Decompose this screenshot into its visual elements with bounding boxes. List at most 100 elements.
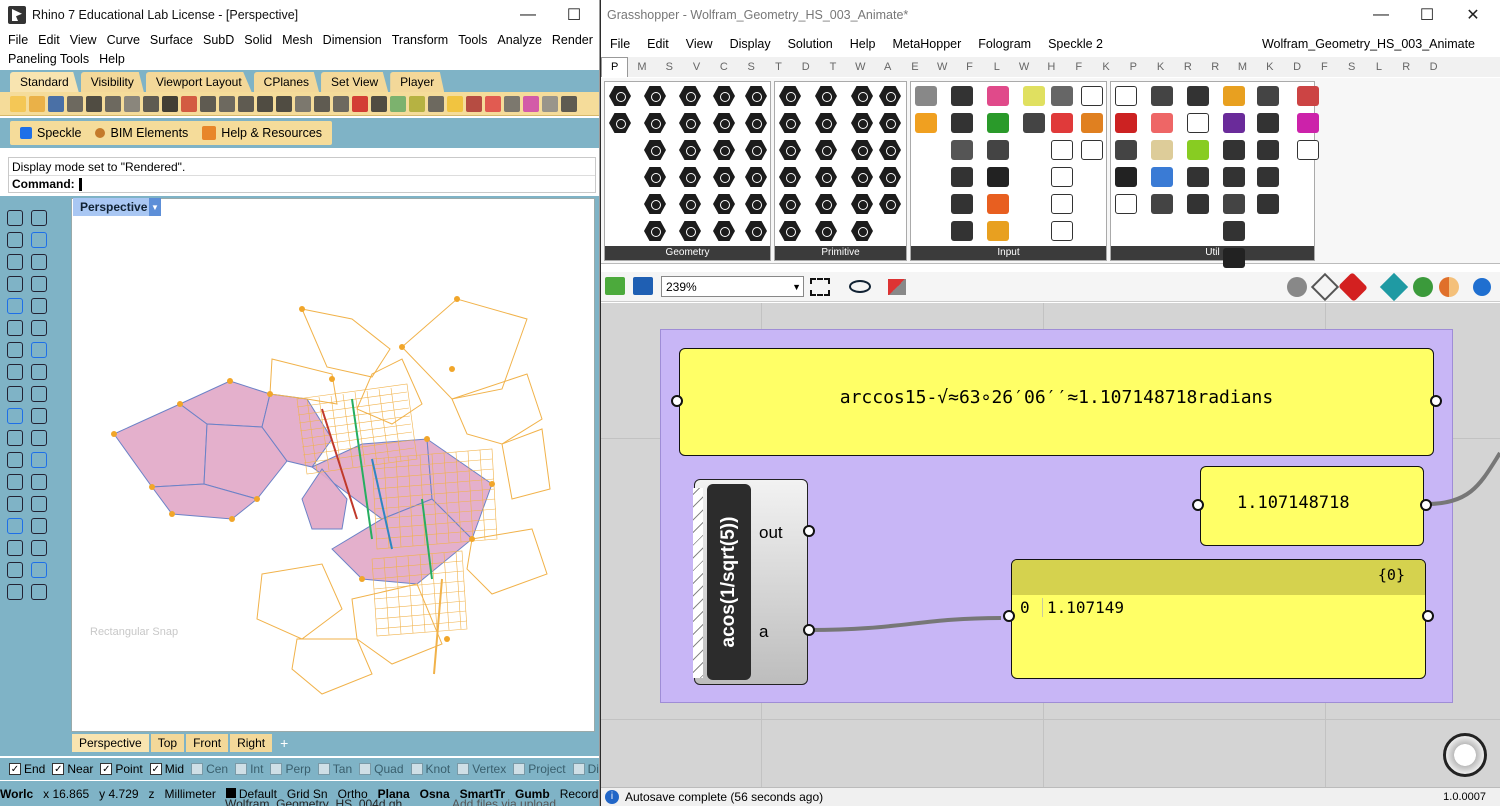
component-icon[interactable] [644,194,666,214]
menu-paneling-tools[interactable]: Paneling Tools [8,52,89,66]
output-grip[interactable] [1422,610,1434,622]
checkbox-icon[interactable] [572,763,585,775]
speckle-button[interactable]: Speckle [20,126,81,140]
component-icon[interactable] [879,167,901,187]
component-icon[interactable] [679,194,701,214]
component-icon[interactable] [987,113,1009,133]
mesh-icon[interactable] [7,408,23,424]
boolean-icon[interactable] [31,408,47,424]
component-icon[interactable] [1081,140,1103,160]
component-icon[interactable] [815,86,837,106]
extend-icon[interactable] [31,320,47,336]
menu-surface[interactable]: Surface [150,33,193,47]
maximize-icon[interactable]: ☐ [551,0,597,30]
component-icon[interactable] [951,167,973,187]
osnap-project[interactable]: Project [513,762,566,776]
gh-menu-file[interactable]: File [610,37,630,51]
osnap-knot[interactable]: Knot [410,762,450,776]
component-icon[interactable] [815,221,837,241]
tab-standard[interactable]: Standard [10,72,79,92]
component-icon[interactable] [713,221,735,241]
canvas-navigator-icon[interactable] [1443,733,1487,777]
component-icon[interactable] [1023,86,1045,106]
explode-icon[interactable] [7,452,23,468]
component-icon[interactable] [1187,113,1209,133]
checkbox-icon[interactable] [513,763,526,775]
gh-category-tab[interactable]: F [1065,61,1092,73]
component-icon[interactable] [1115,140,1137,160]
osnap-end[interactable]: ✓ End [9,762,45,776]
perspective-viewport[interactable]: Rectangular Snap [71,198,595,732]
component-icon[interactable] [1223,248,1245,268]
component-icon[interactable] [1297,86,1319,106]
add-viewport-tab-icon[interactable]: + [280,735,288,751]
component-icon[interactable] [1151,140,1173,160]
menu-view[interactable]: View [70,33,97,47]
gh-category-tab[interactable]: C [710,61,737,73]
tab-player[interactable]: Player [390,72,445,92]
record-history-toggle[interactable]: Record [560,787,599,801]
component-icon[interactable] [713,86,735,106]
component-icon[interactable] [779,167,801,187]
component-icon[interactable] [987,86,1009,106]
input-grip[interactable] [1192,499,1204,511]
surface-icon[interactable] [7,386,23,402]
fillet-icon[interactable] [31,298,47,314]
checkbox-checked-icon[interactable]: ✓ [52,763,65,775]
input-grip[interactable] [671,395,683,407]
arc-icon[interactable] [31,254,47,270]
component-icon[interactable] [951,194,973,214]
component-icon[interactable] [1081,113,1103,133]
gh-category-tab[interactable]: F [1311,61,1338,73]
checkbox-icon[interactable] [317,763,330,775]
gh-menu-metahopper[interactable]: MetaHopper [892,37,961,51]
component-icon[interactable] [679,86,701,106]
component-icon[interactable] [1051,86,1073,106]
sphere-icon[interactable] [31,342,47,358]
maximize-icon[interactable]: ☐ [1404,0,1450,30]
menu-solid[interactable]: Solid [244,33,272,47]
checkbox-icon[interactable] [410,763,423,775]
rebuild-icon[interactable] [31,474,47,490]
gh-category-tab[interactable]: W [1010,61,1037,73]
value-panel[interactable]: 1.107148718 [1192,466,1432,546]
checkbox-icon[interactable] [270,763,283,775]
analyze-icon[interactable] [31,540,47,556]
zoom-select[interactable]: 239% ▼ [661,276,804,297]
component-icon[interactable] [745,167,767,187]
component-icon[interactable] [779,194,801,214]
tab-cplanes[interactable]: CPlanes [253,72,320,92]
component-icon[interactable] [609,113,631,133]
render-icon[interactable] [447,95,463,112]
viewport-title-tab[interactable]: Perspective ▼ [73,198,161,216]
component-icon[interactable] [815,167,837,187]
component-icon[interactable] [1051,113,1073,133]
gh-category-tab[interactable]: S [737,61,764,73]
component-icon[interactable] [851,167,873,187]
osnap-int[interactable]: Int [235,762,263,776]
point-cloud-icon[interactable] [31,210,47,226]
paint-icon[interactable] [31,584,47,600]
menu-edit[interactable]: Edit [38,33,60,47]
preview-eye-icon[interactable] [849,280,871,293]
menu-help[interactable]: Help [99,52,125,66]
component-icon[interactable] [1151,194,1173,214]
viewport-tab-right[interactable]: Right [230,734,273,752]
component-icon[interactable] [851,194,873,214]
zoom-extents-icon[interactable] [257,95,273,112]
extrude-icon[interactable] [31,364,47,380]
component-icon[interactable] [644,86,666,106]
gh-category-tab[interactable]: M [1229,61,1256,73]
component-icon[interactable] [851,140,873,160]
viewport-tab-top[interactable]: Top [150,734,185,752]
dimension-icon[interactable] [31,496,47,512]
gh-menu-view[interactable]: View [686,37,713,51]
curve-icon[interactable] [31,232,47,248]
gh-category-tab[interactable]: V [683,61,710,73]
menu-subd[interactable]: SubD [203,33,234,47]
gh-category-tab[interactable]: S [656,61,683,73]
checkbox-icon[interactable] [191,763,204,775]
component-icon[interactable] [745,140,767,160]
component-icon[interactable] [815,113,837,133]
component-icon[interactable] [713,167,735,187]
